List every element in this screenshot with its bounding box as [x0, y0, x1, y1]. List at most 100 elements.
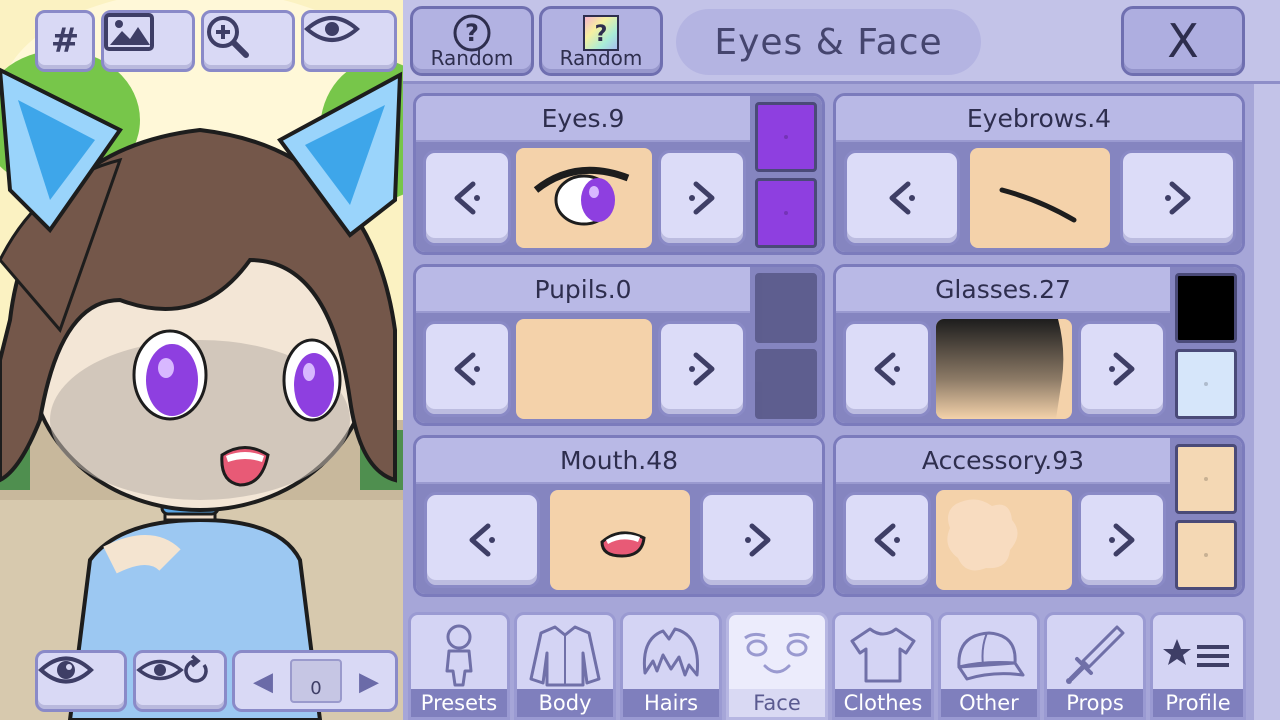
accessory-selector — [836, 484, 1170, 594]
tab-other-label: Other — [941, 689, 1037, 717]
tab-profile[interactable]: Profile — [1150, 612, 1246, 720]
pose-prev-arrow[interactable]: ◀ — [253, 667, 273, 697]
tab-clothes-label: Clothes — [835, 689, 931, 717]
random-colors-label: Random — [559, 46, 643, 70]
grid-toggle-button[interactable]: # — [35, 10, 95, 72]
pose-thumbnail[interactable]: 0 — [290, 659, 342, 703]
glasses-prev-button[interactable] — [843, 321, 931, 417]
close-button[interactable]: X — [1121, 6, 1245, 76]
glasses-title: Glasses.27 — [836, 267, 1170, 313]
chevron-right-icon — [1165, 181, 1191, 215]
background-button[interactable] — [101, 10, 195, 72]
view-toggle-eye-icon — [38, 656, 94, 684]
eyes-card: Eyes.9 — [413, 93, 825, 255]
chevron-left-icon — [454, 352, 480, 386]
cap-icon — [957, 631, 1025, 681]
editor-panel: ? Random ? Random Eyes & Face X Eyes.9 E… — [403, 0, 1280, 720]
pupils-card: Pupils.0 — [413, 264, 825, 426]
pupils-prev-button[interactable] — [423, 321, 511, 417]
zoom-button[interactable] — [201, 10, 295, 72]
accessory-preview — [936, 490, 1072, 590]
view-toggle-button[interactable] — [35, 650, 127, 712]
accessory-color-column — [1170, 438, 1242, 594]
glasses-color-1-swatch[interactable] — [1175, 273, 1237, 343]
pose-count: 0 — [310, 678, 322, 699]
tab-body-label: Body — [517, 689, 613, 717]
tab-hairs-label: Hairs — [623, 689, 719, 717]
eyebrows-prev-button[interactable] — [844, 150, 960, 246]
eyes-color-column — [750, 96, 822, 252]
eyes-color-1-swatch[interactable] — [755, 102, 817, 172]
glasses-preview — [936, 319, 1072, 419]
sword-icon — [1066, 625, 1125, 684]
eyes-color-2-swatch[interactable] — [755, 178, 817, 248]
chevron-left-icon — [874, 523, 900, 557]
eye-preview — [516, 148, 652, 248]
random-all-label: Random — [430, 46, 514, 70]
tab-face[interactable]: Face — [726, 612, 828, 720]
body-jacket-icon — [529, 625, 601, 687]
eyes-next-button[interactable] — [658, 150, 746, 246]
glasses-next-button[interactable] — [1078, 321, 1166, 417]
pupils-color-1-swatch — [755, 273, 817, 343]
random-colors-button[interactable]: ? Random — [539, 6, 663, 76]
pupils-next-button[interactable] — [658, 321, 746, 417]
accessory-title: Accessory.93 — [836, 438, 1170, 484]
tab-presets-label: Presets — [411, 689, 507, 717]
random-all-button[interactable]: ? Random — [410, 6, 534, 76]
tshirt-icon — [850, 627, 916, 683]
glasses-card: Glasses.27 — [833, 264, 1245, 426]
accessory-color-1-swatch[interactable] — [1175, 444, 1237, 514]
reset-view-button[interactable] — [133, 650, 227, 712]
pose-pager: ◀ 0 ▶ — [232, 650, 398, 712]
zoom-in-icon — [207, 16, 249, 58]
mouth-prev-button[interactable] — [424, 492, 540, 588]
svg-text:?: ? — [595, 22, 608, 47]
svg-text:?: ? — [465, 19, 479, 47]
eyes-prev-button[interactable] — [423, 150, 511, 246]
glasses-color-2-swatch[interactable] — [1175, 349, 1237, 419]
tab-profile-label: Profile — [1153, 689, 1243, 717]
chevron-left-icon — [469, 523, 495, 557]
tab-presets[interactable]: Presets — [408, 612, 510, 720]
tab-clothes[interactable]: Clothes — [832, 612, 934, 720]
section-title-text: Eyes & Face — [714, 21, 943, 63]
tab-props-label: Props — [1047, 689, 1143, 717]
chevron-right-icon — [689, 352, 715, 386]
mouth-selector — [416, 484, 822, 594]
section-title: Eyes & Face — [676, 9, 981, 75]
star-list-icon — [1163, 639, 1229, 667]
pupils-selector — [416, 313, 750, 423]
glasses-color-column — [1170, 267, 1242, 423]
accessory-card: Accessory.93 — [833, 435, 1245, 597]
eyebrows-next-button[interactable] — [1120, 150, 1236, 246]
tab-other[interactable]: Other — [938, 612, 1040, 720]
mouth-card: Mouth.48 — [413, 435, 825, 597]
pupils-color-column — [750, 267, 822, 423]
eyebrow-preview — [970, 148, 1110, 248]
character-scene — [0, 0, 403, 720]
close-icon: X — [1167, 14, 1199, 68]
mouth-next-button[interactable] — [700, 492, 816, 588]
pupils-title: Pupils.0 — [416, 267, 750, 313]
view-button[interactable] — [301, 10, 397, 72]
chevron-right-icon — [689, 181, 715, 215]
pupils-color-2-swatch — [755, 349, 817, 419]
background-image-icon — [104, 13, 154, 51]
eyes-title: Eyes.9 — [416, 96, 750, 142]
chevron-left-icon — [889, 181, 915, 215]
eye-reset-icon — [136, 654, 208, 683]
eyebrows-card: Eyebrows.4 — [833, 93, 1245, 255]
accessory-color-2-swatch[interactable] — [1175, 520, 1237, 590]
eyebrows-title: Eyebrows.4 — [836, 96, 1242, 142]
character-stage[interactable]: # ◀ 0 ▶ — [0, 0, 403, 720]
tab-body[interactable]: Body — [514, 612, 616, 720]
pose-next-arrow[interactable]: ▶ — [359, 667, 379, 697]
panel-edge — [1254, 0, 1280, 720]
tab-hairs[interactable]: Hairs — [620, 612, 722, 720]
tab-props[interactable]: Props — [1044, 612, 1146, 720]
accessory-prev-button[interactable] — [843, 492, 931, 588]
chevron-left-icon — [874, 352, 900, 386]
eyebrows-selector — [836, 142, 1242, 252]
accessory-next-button[interactable] — [1078, 492, 1166, 588]
